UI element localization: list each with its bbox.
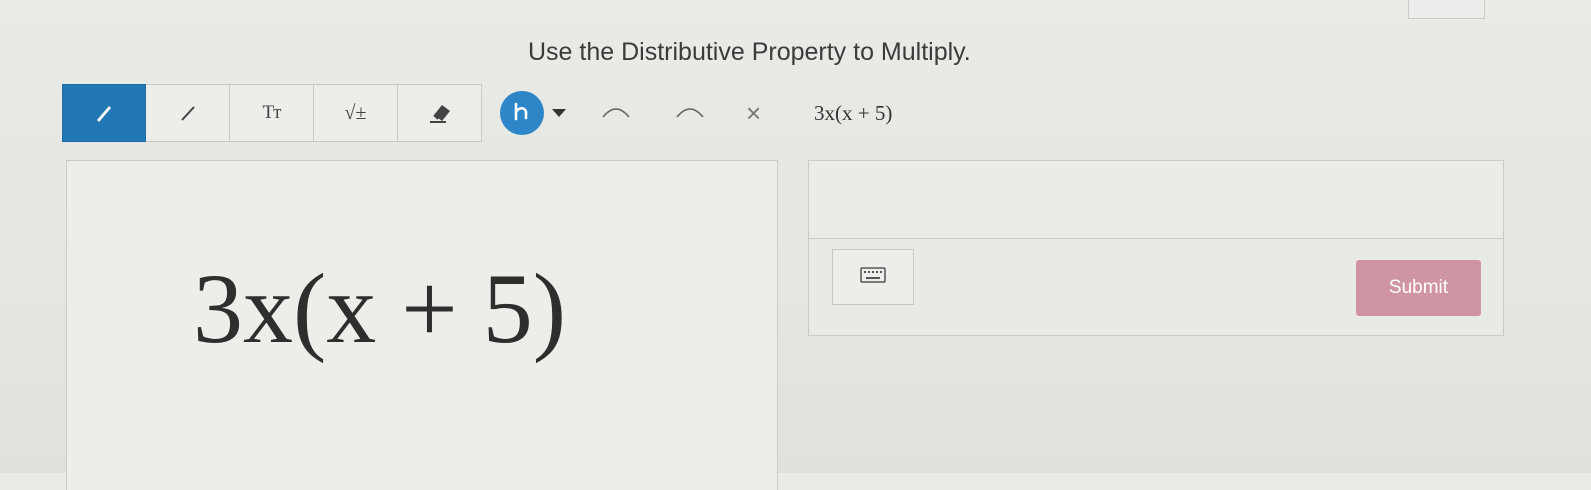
- redo-icon: [673, 101, 707, 126]
- undo-button[interactable]: [596, 98, 636, 128]
- keyboard-button[interactable]: [832, 249, 914, 305]
- chevron-down-icon[interactable]: [552, 109, 566, 117]
- instruction-text: Use the Distributive Property to Multipl…: [528, 38, 971, 66]
- line-tool-button[interactable]: [146, 84, 230, 142]
- math-tool-button[interactable]: √±: [314, 84, 398, 142]
- canvas-expression: 3x(x + 5): [193, 253, 566, 364]
- toolbar-expression: 3x(x + 5): [814, 101, 893, 125]
- clear-button[interactable]: ×: [746, 100, 761, 126]
- undo-icon: [599, 101, 633, 126]
- pencil-tool-button[interactable]: [62, 84, 146, 142]
- sqrt-plus-minus-icon: √±: [344, 101, 367, 124]
- line-icon: [177, 102, 199, 124]
- answer-panel: Submit: [808, 160, 1504, 336]
- keyboard-icon: [860, 266, 886, 288]
- text-tool-button[interactable]: Tт: [230, 84, 314, 142]
- drawing-toolbar: Tт √± ×: [62, 84, 761, 142]
- redo-button[interactable]: [670, 98, 710, 128]
- eraser-icon: [426, 101, 454, 125]
- scribble-button[interactable]: [500, 91, 544, 135]
- scribble-icon: [511, 101, 533, 126]
- drawing-canvas[interactable]: 3x(x + 5): [66, 160, 778, 490]
- submit-button[interactable]: Submit: [1356, 260, 1481, 316]
- top-right-tab[interactable]: [1408, 0, 1485, 19]
- pencil-icon: [93, 102, 115, 124]
- answer-input[interactable]: [809, 161, 1503, 239]
- eraser-tool-button[interactable]: [398, 84, 482, 142]
- text-size-icon: Tт: [262, 102, 282, 123]
